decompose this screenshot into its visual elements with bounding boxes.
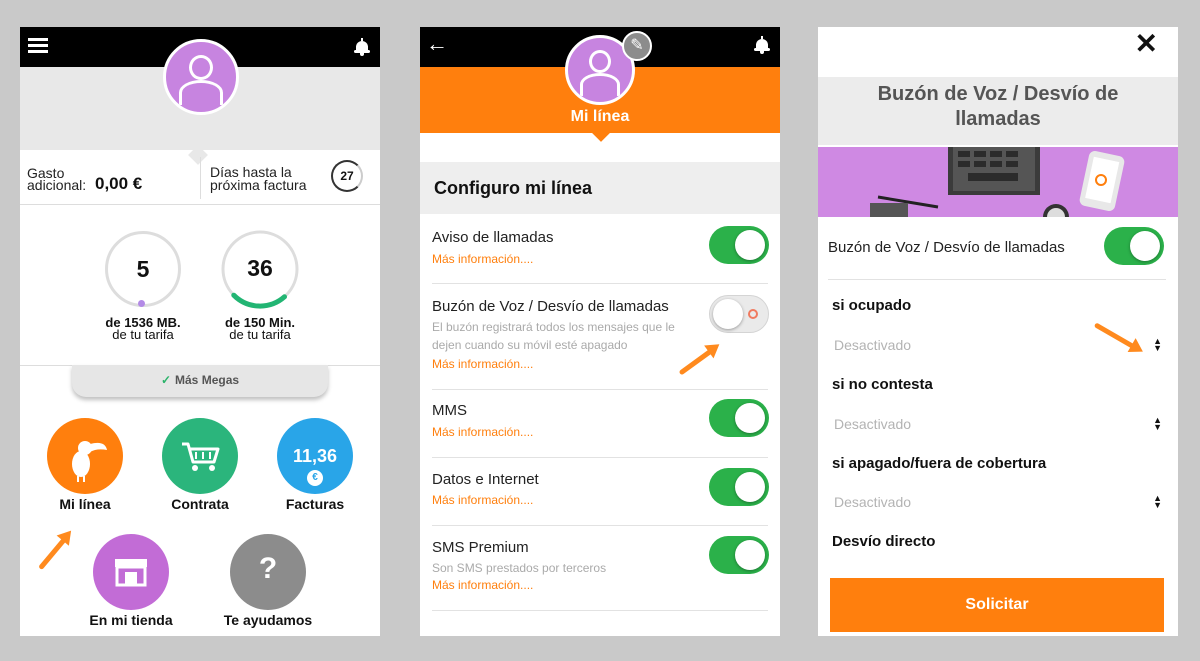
si-ocupado-label: si ocupado	[832, 297, 912, 314]
section-header: Configuro mi línea	[420, 162, 780, 214]
dias-label-2: próxima factura	[210, 177, 307, 193]
buzon-voz-description: El buzón registrará todos los mensajes q…	[432, 320, 675, 334]
edit-pencil-icon[interactable]: ✎	[622, 31, 652, 61]
mas-megas-label: Más Megas	[175, 373, 240, 387]
data-progress-dot	[138, 300, 145, 307]
toucan-icon	[72, 441, 107, 482]
divider	[432, 525, 768, 526]
si-ocupado-select[interactable]: Desactivado ▲ ▼	[828, 327, 1166, 361]
si-ocupado-value: Desactivado	[834, 337, 912, 353]
divider	[200, 157, 201, 199]
mas-informacion-link[interactable]: Más información....	[432, 252, 533, 266]
si-no-contesta-select[interactable]: Desactivado ▲ ▼	[828, 406, 1166, 440]
divider	[432, 283, 768, 284]
cart-icon	[182, 442, 220, 471]
mas-megas-button[interactable]: ✓ Más Megas	[72, 365, 328, 397]
minutes-used-value: 36	[247, 255, 273, 281]
select-arrows-icon: ▲ ▼	[1153, 415, 1162, 432]
desvio-directo-label: Desvío directo	[832, 533, 936, 550]
si-no-contesta-value: Desactivado	[834, 416, 912, 432]
aviso-llamadas-title: Aviso de llamadas	[432, 229, 554, 246]
sms-premium-title: SMS Premium	[432, 539, 529, 556]
mas-informacion-link[interactable]: Más información....	[432, 493, 533, 507]
store-icon	[115, 559, 147, 587]
mi-linea-button[interactable]	[47, 418, 123, 494]
header-illustration	[818, 147, 1178, 217]
select-arrows-icon: ▲ ▼	[1153, 493, 1162, 510]
data-usage-ring: 5	[105, 231, 181, 307]
si-apagado-select[interactable]: Desactivado ▲ ▼	[828, 485, 1166, 519]
mas-informacion-link[interactable]: Más información....	[432, 357, 533, 371]
en-mi-tienda-label: En mi tienda	[89, 612, 173, 628]
bell-icon[interactable]	[354, 38, 370, 56]
check-icon: ✓	[160, 373, 172, 387]
facturas-button[interactable]: 11,36 €	[277, 418, 353, 494]
close-icon[interactable]: ✕	[1135, 27, 1158, 60]
select-arrows-icon: ▲ ▼	[1153, 336, 1162, 353]
page-title: Buzón de Voz / Desvío de llamadas	[818, 77, 1178, 145]
question-icon: ?	[258, 552, 278, 585]
sms-premium-description: Son SMS prestados por terceros	[432, 561, 607, 575]
datos-internet-title: Datos e Internet	[432, 471, 539, 488]
mi-linea-label: Mi línea	[59, 496, 111, 512]
solicitar-button[interactable]: Solicitar	[830, 578, 1164, 632]
divider	[432, 457, 768, 458]
avatar[interactable]	[163, 39, 239, 115]
menu-icon[interactable]	[28, 38, 48, 54]
facturas-amount: 11,36	[292, 446, 338, 466]
buzon-voz-toggle[interactable]	[709, 295, 769, 333]
buzon-voz-toggle[interactable]	[1104, 227, 1164, 265]
divider	[432, 389, 768, 390]
divider	[432, 610, 768, 611]
bell-icon[interactable]	[754, 36, 770, 54]
si-no-contesta-label: si no contesta	[832, 376, 933, 393]
page-title-line-2: llamadas	[955, 108, 1041, 130]
mi-linea-screen: ← ✎ Mi línea Configuro mi línea Aviso de…	[420, 27, 780, 636]
data-tarifa-label: de tu tarifa	[112, 327, 174, 342]
mms-toggle[interactable]	[709, 399, 769, 437]
page-title-line-1: Buzón de Voz / Desvío de	[877, 83, 1119, 105]
te-ayudamos-label: Te ayudamos	[223, 612, 313, 628]
data-used-value: 5	[136, 256, 150, 282]
divider	[828, 279, 1166, 280]
sms-premium-toggle[interactable]	[709, 536, 769, 574]
buzon-voz-description-2: dejen cuando su móvil esté apagado	[432, 338, 628, 352]
contrata-label: Contrata	[171, 496, 229, 512]
buzon-voz-screen: ✕ Buzón de Voz / Desvío de llamadas Buzó…	[818, 27, 1178, 636]
home-screen: Gasto adicional: 0,00 € Días hasta la pr…	[20, 27, 380, 636]
back-arrow-icon[interactable]: ←	[426, 31, 448, 57]
te-ayudamos-button[interactable]: ?	[230, 534, 306, 610]
mms-title: MMS	[432, 402, 467, 419]
gasto-value: 0,00 €	[95, 174, 143, 193]
euro-icon: €	[307, 470, 323, 486]
en-mi-tienda-button[interactable]	[93, 534, 169, 610]
buzon-toggle-label: Buzón de Voz / Desvío de llamadas	[828, 239, 1065, 256]
section-title: Configuro mi línea	[434, 178, 593, 198]
minutes-tarifa-label: de tu tarifa	[229, 327, 291, 342]
buzon-voz-title: Buzón de Voz / Desvío de llamadas	[432, 298, 669, 315]
aviso-llamadas-toggle[interactable]	[709, 226, 769, 264]
si-apagado-label: si apagado/fuera de cobertura	[832, 455, 1047, 472]
datos-internet-toggle[interactable]	[709, 468, 769, 506]
contrata-button[interactable]	[162, 418, 238, 494]
facturas-label: Facturas	[285, 496, 345, 512]
mas-informacion-link[interactable]: Más información....	[432, 425, 533, 439]
si-apagado-value: Desactivado	[834, 494, 912, 510]
billing-days-ring: 27	[331, 160, 363, 192]
gasto-label-2: adicional:	[27, 177, 87, 193]
mas-informacion-link[interactable]: Más información....	[432, 578, 533, 592]
desk-illustration	[870, 147, 1125, 217]
